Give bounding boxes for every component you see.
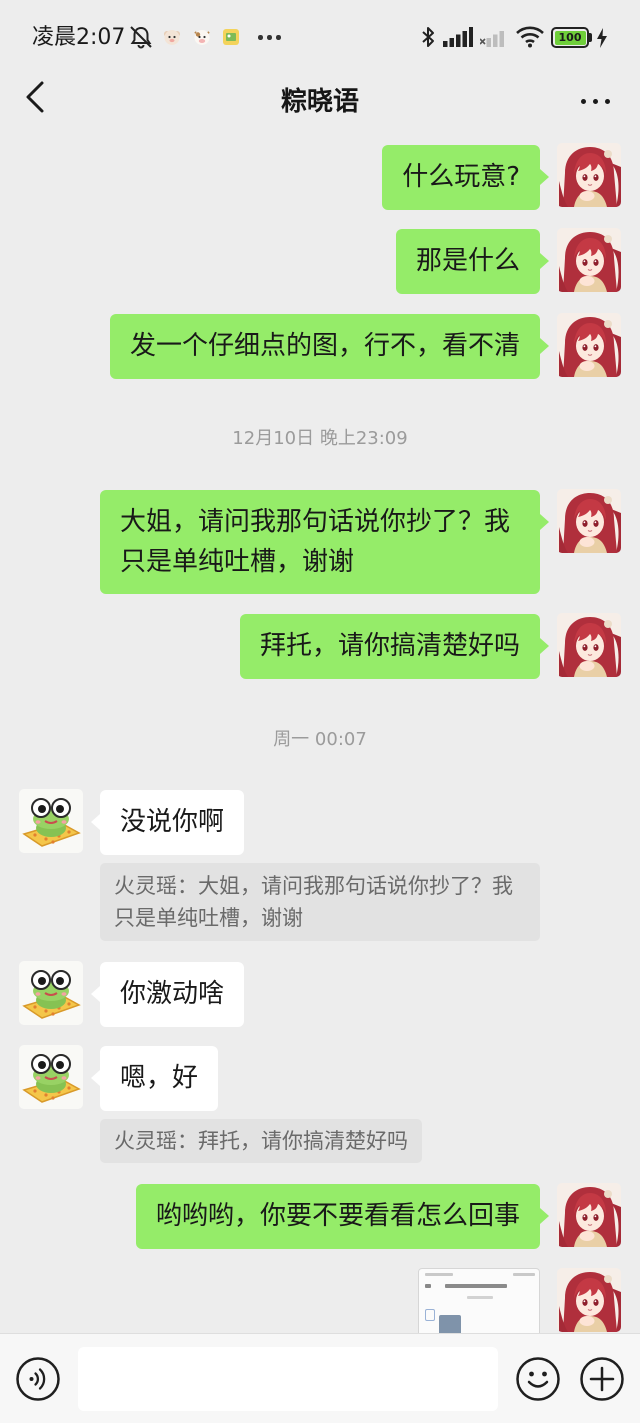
- chat-header: 粽晓语: [0, 70, 640, 135]
- battery-cap: [589, 33, 592, 42]
- anime-girl-avatar[interactable]: [557, 489, 621, 553]
- input-bar: [0, 1333, 640, 1423]
- incoming-message-bubble[interactable]: 嗯，好: [90, 1046, 219, 1111]
- more-notifications-icon: [258, 35, 282, 40]
- wifi-icon: [516, 26, 544, 48]
- voice-icon[interactable]: [15, 1356, 61, 1402]
- cow-app-notification-icon: [194, 30, 210, 45]
- battery-level: 100: [554, 30, 586, 45]
- outgoing-message-bubble[interactable]: 拜托，请你搞清楚好吗: [239, 614, 550, 679]
- bluetooth-icon: [422, 27, 434, 47]
- outgoing-message-bubble[interactable]: 大姐，请问我那句话说你抄了？我只是单纯吐槽，谢谢: [100, 490, 549, 594]
- quoted-message[interactable]: 火灵瑶：大姐，请问我那句话说你抄了？我只是单纯吐槽，谢谢: [100, 863, 540, 941]
- mute-bell-icon: [130, 26, 152, 49]
- anime-girl-avatar[interactable]: [557, 613, 621, 677]
- outgoing-message-bubble[interactable]: 发一个仔细点的图，行不，看不清: [109, 314, 550, 379]
- incoming-message-bubble[interactable]: 你激动啥: [90, 962, 245, 1027]
- anime-girl-avatar[interactable]: [557, 1268, 621, 1332]
- app-notification-icon: [223, 29, 239, 45]
- incoming-message-bubble[interactable]: 没说你啊: [90, 790, 245, 855]
- wechat-chat-screen: 凌晨2:07 100 粽晓语 什么玩意? 那是什么 发一个仔细点的图，行不，看不…: [0, 0, 640, 1423]
- charging-icon: [597, 28, 607, 48]
- chat-area[interactable]: 什么玩意? 那是什么 发一个仔细点的图，行不，看不清 12月10日 晚上23:0…: [0, 135, 640, 1333]
- frog-avatar[interactable]: [19, 961, 83, 1025]
- outgoing-message-bubble[interactable]: 什么玩意?: [382, 145, 549, 210]
- image-thumbnail-icon[interactable]: [418, 1268, 540, 1333]
- signal-no-service-icon: [480, 31, 504, 47]
- outgoing-message-bubble[interactable]: 那是什么: [395, 229, 550, 294]
- battery-icon: 100: [551, 27, 589, 48]
- frog-avatar[interactable]: [19, 1045, 83, 1109]
- timestamp: 12月10日 晚上23:09: [232, 428, 408, 449]
- frog-avatar[interactable]: [19, 789, 83, 853]
- anime-girl-avatar[interactable]: [557, 228, 621, 292]
- emoji-icon[interactable]: [515, 1356, 561, 1402]
- chevron-left-icon[interactable]: [18, 80, 52, 124]
- anime-girl-avatar[interactable]: [557, 1183, 621, 1247]
- timestamp: 周一 00:07: [273, 729, 367, 750]
- message-input[interactable]: [78, 1347, 498, 1411]
- outgoing-message-bubble[interactable]: 哟哟哟，你要不要看看怎么回事: [135, 1184, 550, 1249]
- status-time: 凌晨2:07: [32, 25, 126, 50]
- sheep-app-notification-icon: [164, 30, 180, 45]
- plus-icon[interactable]: [579, 1356, 625, 1402]
- more-icon[interactable]: [574, 84, 618, 120]
- anime-girl-avatar[interactable]: [557, 313, 621, 377]
- quoted-message[interactable]: 火灵瑶：拜托，请你搞清楚好吗: [100, 1119, 422, 1163]
- chat-title: 粽晓语: [280, 87, 359, 117]
- anime-girl-avatar[interactable]: [557, 143, 621, 207]
- status-bar: 凌晨2:07 100: [0, 0, 640, 70]
- signal-icon: [443, 27, 473, 47]
